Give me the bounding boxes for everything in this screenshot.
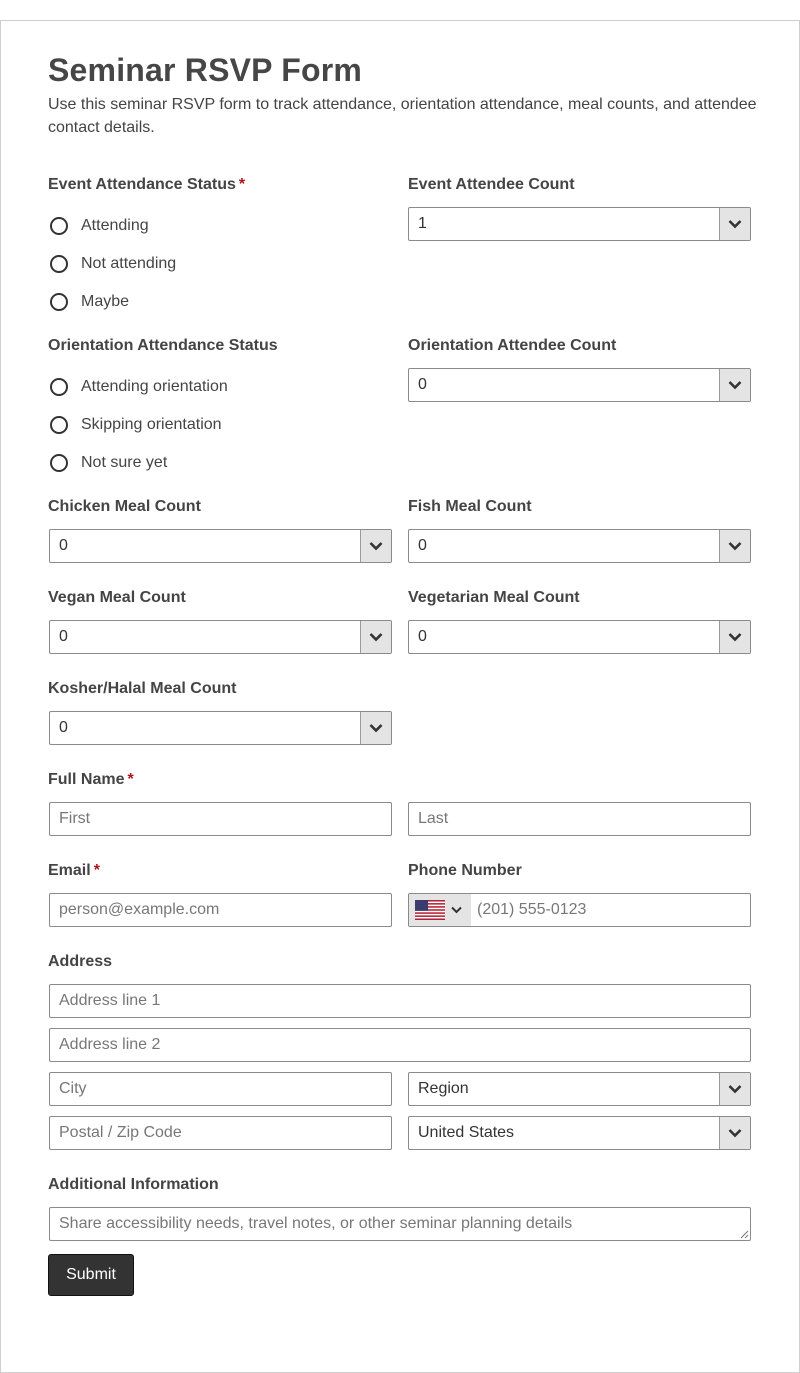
chevron-down-icon[interactable]	[360, 621, 391, 653]
radio-circle-icon[interactable]	[50, 293, 68, 311]
country-select[interactable]: United States	[408, 1116, 751, 1150]
chevron-down-icon[interactable]	[451, 906, 462, 914]
radio-skipping-orientation[interactable]: Skipping orientation	[48, 413, 222, 437]
vegetarian-meal-select[interactable]: 0	[408, 620, 751, 654]
event-attendance-label: Event Attendance Status *	[48, 176, 246, 193]
additional-info-label: Additional Information	[48, 1176, 219, 1193]
orientation-attendance-label: Orientation Attendance Status	[48, 337, 278, 354]
required-marker: *	[93, 862, 100, 879]
country-code-select[interactable]	[409, 894, 471, 926]
address-line1-input[interactable]: Address line 1	[49, 984, 751, 1018]
phone-input[interactable]: (201) 555-0123	[471, 894, 586, 926]
radio-attending-orientation[interactable]: Attending orientation	[48, 375, 228, 399]
first-name-input[interactable]: First	[49, 802, 392, 836]
chevron-down-icon[interactable]	[719, 621, 750, 653]
form-description: Use this seminar RSVP form to track atte…	[48, 96, 757, 136]
region-select[interactable]: Region	[408, 1072, 751, 1106]
phone-field[interactable]: (201) 555-0123	[408, 893, 751, 927]
kosher-halal-meal-select[interactable]: 0	[49, 711, 392, 745]
vegetarian-meal-label: Vegetarian Meal Count	[408, 589, 580, 606]
address-line2-input[interactable]: Address line 2	[49, 1028, 751, 1062]
address-label: Address	[48, 953, 113, 970]
event-attendee-count-select[interactable]: 1	[408, 207, 751, 241]
us-flag-icon	[415, 900, 445, 920]
submit-button[interactable]: Submit	[48, 1254, 134, 1296]
radio-maybe[interactable]: Maybe	[48, 290, 129, 314]
chevron-down-icon[interactable]	[719, 1117, 750, 1149]
orientation-attendee-count-label: Orientation Attendee Count	[408, 337, 617, 354]
chevron-down-icon[interactable]	[360, 712, 391, 744]
email-label: Email *	[48, 862, 100, 879]
chevron-down-icon[interactable]	[719, 530, 750, 562]
radio-circle-icon[interactable]	[50, 378, 68, 396]
email-input[interactable]: person@example.com	[49, 893, 392, 927]
event-attendee-count-label: Event Attendee Count	[408, 176, 575, 193]
postal-code-input[interactable]: Postal / Zip Code	[49, 1116, 392, 1150]
full-name-label: Full Name *	[48, 771, 134, 788]
radio-circle-icon[interactable]	[50, 454, 68, 472]
radio-not-sure-yet[interactable]: Not sure yet	[48, 451, 167, 475]
fish-meal-select[interactable]: 0	[408, 529, 751, 563]
last-name-input[interactable]: Last	[408, 802, 751, 836]
fish-meal-label: Fish Meal Count	[408, 498, 532, 515]
city-input[interactable]: City	[49, 1072, 392, 1106]
required-marker: *	[127, 771, 134, 788]
chicken-meal-select[interactable]: 0	[49, 529, 392, 563]
vegan-meal-select[interactable]: 0	[49, 620, 392, 654]
radio-not-attending[interactable]: Not attending	[48, 252, 176, 276]
radio-circle-icon[interactable]	[50, 217, 68, 235]
chevron-down-icon[interactable]	[719, 1073, 750, 1105]
radio-circle-icon[interactable]	[50, 416, 68, 434]
required-marker: *	[238, 176, 246, 193]
radio-attending[interactable]: Attending	[48, 214, 149, 238]
phone-label: Phone Number	[408, 862, 522, 879]
chevron-down-icon[interactable]	[360, 530, 391, 562]
vegan-meal-label: Vegan Meal Count	[48, 589, 186, 606]
resize-handle-icon[interactable]	[740, 1230, 749, 1239]
additional-info-textarea[interactable]: Share accessibility needs, travel notes,…	[49, 1207, 751, 1241]
form-title: Seminar RSVP Form	[48, 52, 363, 88]
chevron-down-icon[interactable]	[719, 369, 750, 401]
chevron-down-icon[interactable]	[719, 208, 750, 240]
orientation-attendee-count-select[interactable]: 0	[408, 368, 751, 402]
kosher-halal-meal-label: Kosher/Halal Meal Count	[48, 680, 237, 697]
radio-circle-icon[interactable]	[50, 255, 68, 273]
chicken-meal-label: Chicken Meal Count	[48, 498, 201, 515]
